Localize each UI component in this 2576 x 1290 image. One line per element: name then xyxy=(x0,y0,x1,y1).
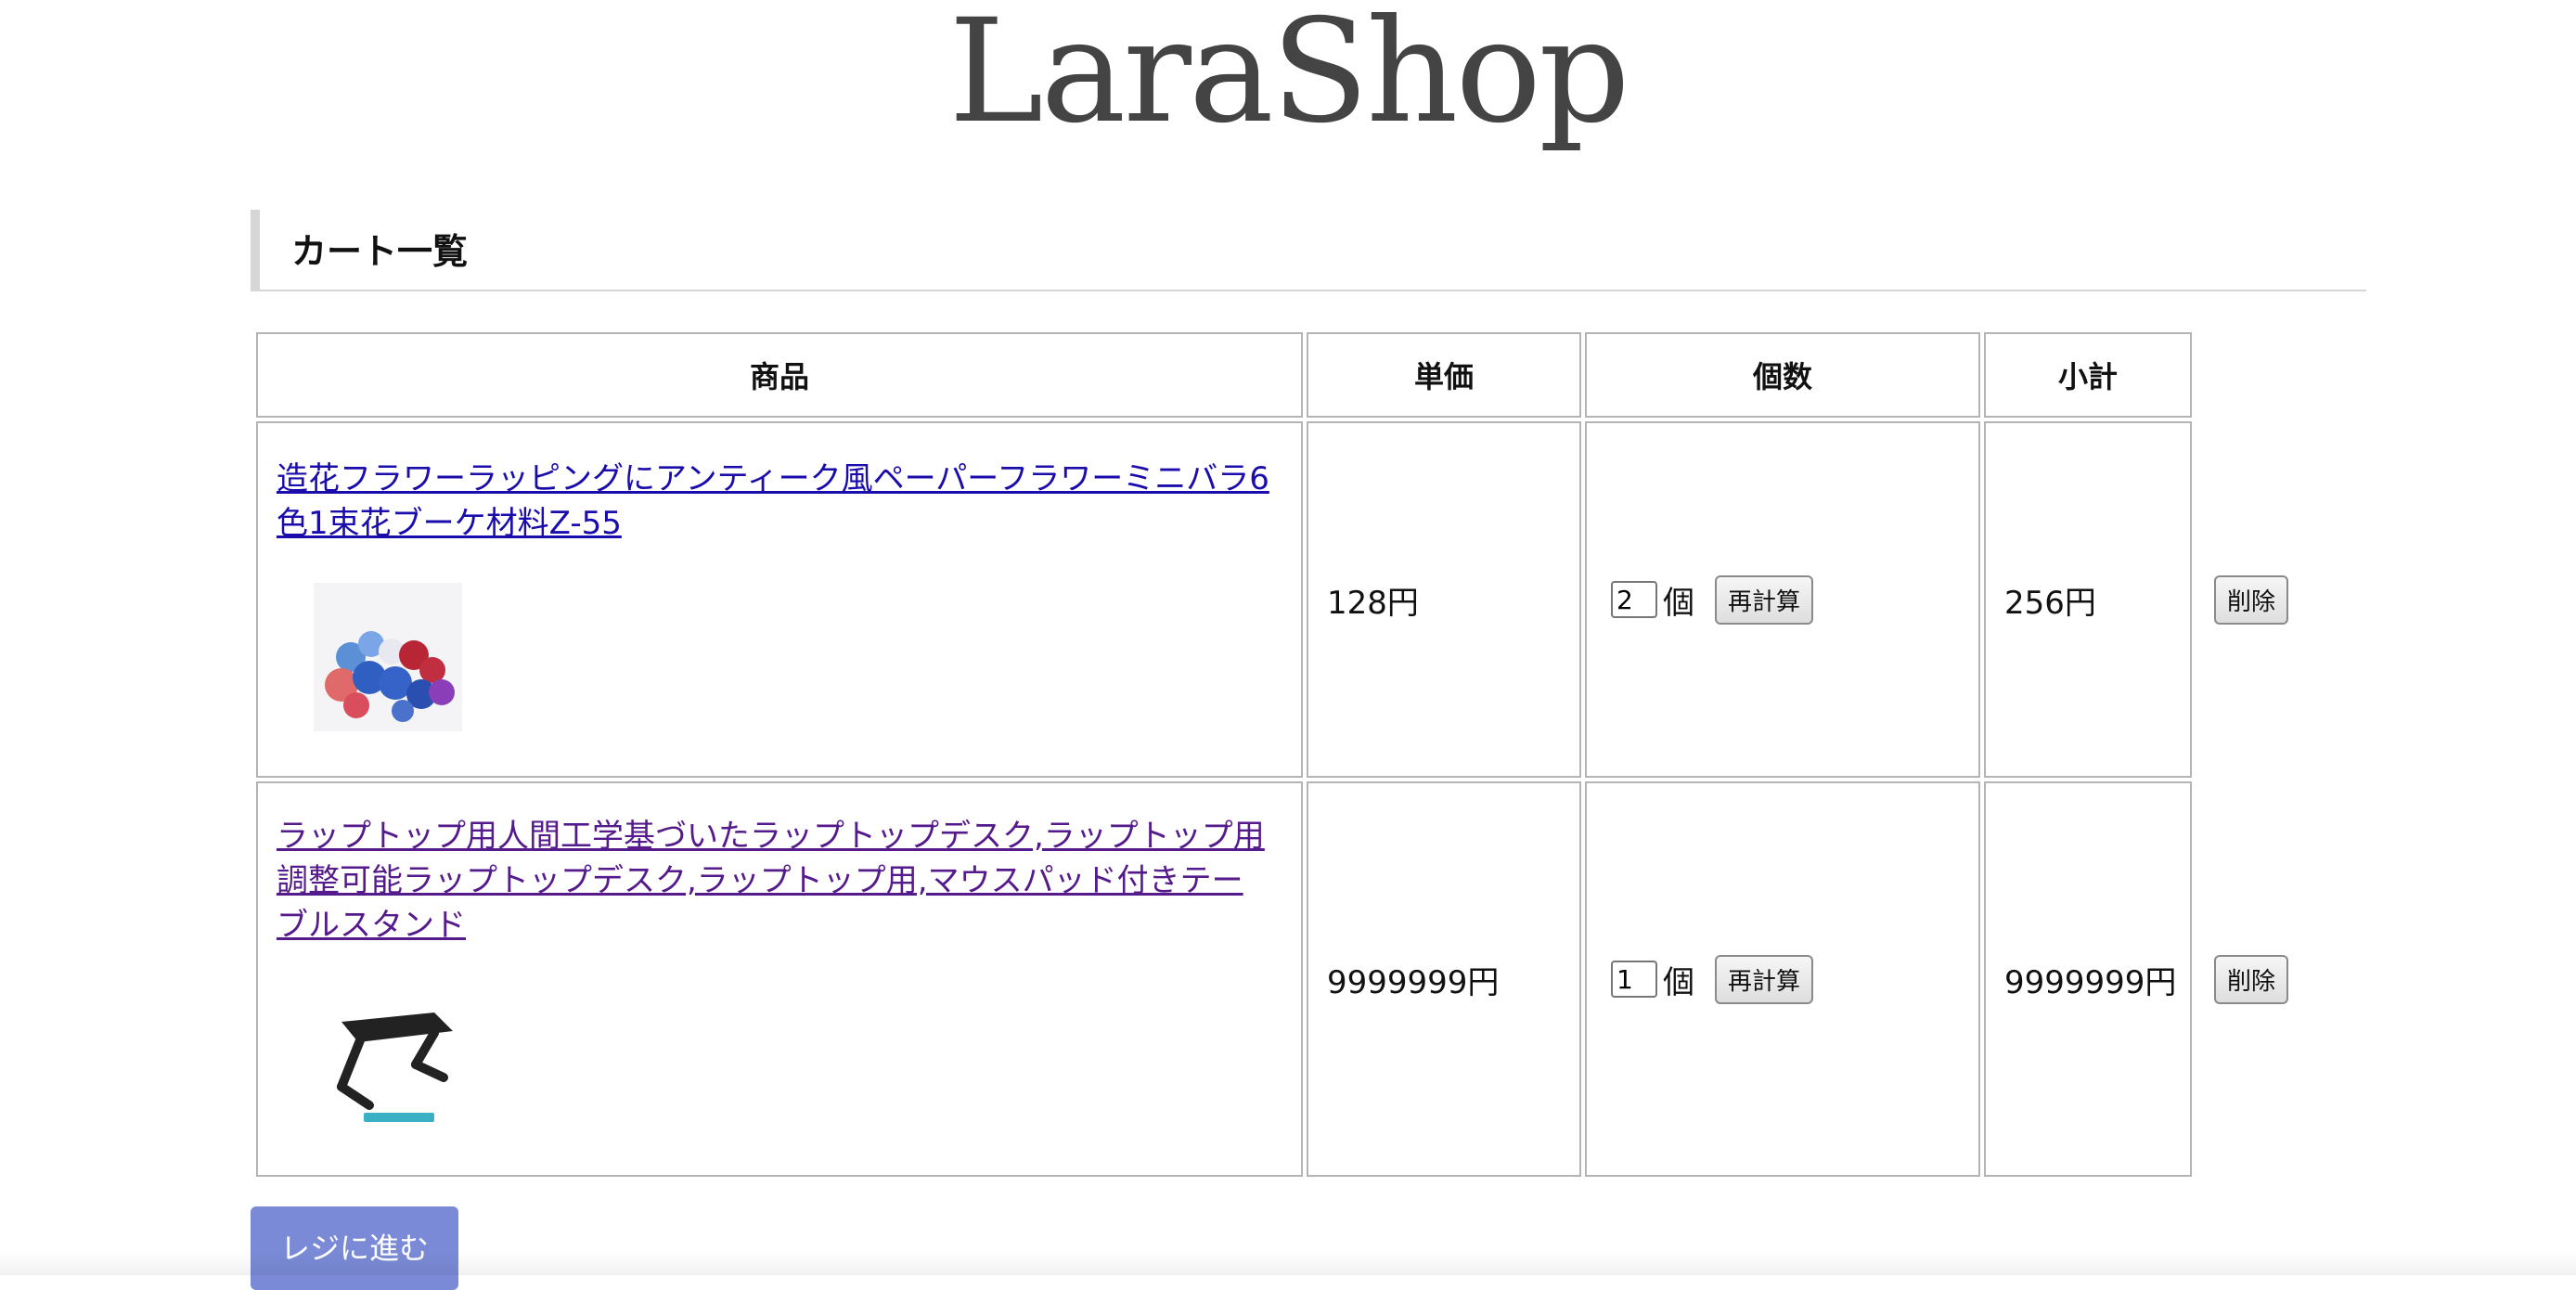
table-row: 造花フラワーラッピングにアンティーク風ペーパーフラワーミニバラ6色1束花ブーケ材… xyxy=(256,421,2289,778)
delete-button[interactable]: 削除 xyxy=(2214,954,2289,1004)
action-cell: 削除 xyxy=(2196,421,2289,778)
page-bottom-shadow xyxy=(0,1251,2576,1275)
page-title: カート一覧 xyxy=(291,231,469,272)
quantity-unit: 個 xyxy=(1663,584,1694,622)
recalculate-button[interactable]: 再計算 xyxy=(1715,574,1814,625)
header-unit-price: 単価 xyxy=(1307,332,1581,418)
unit-price-cell: 128円 xyxy=(1307,421,1581,778)
header-quantity: 個数 xyxy=(1585,332,1980,418)
recalculate-button[interactable]: 再計算 xyxy=(1715,954,1814,1004)
cart-section-header: カート一覧 xyxy=(251,210,2366,291)
product-link[interactable]: ラップトップ用人間工学基づいたラップトップデスク,ラップトップ用調整可能ラップト… xyxy=(277,814,1269,948)
action-cell: 削除 xyxy=(2196,781,2289,1177)
delete-button[interactable]: 削除 xyxy=(2214,574,2289,625)
subtotal-cell: 9999999円 xyxy=(1984,781,2192,1177)
quantity-input[interactable] xyxy=(1611,581,1657,618)
table-header-row: 商品 単価 個数 小計 xyxy=(256,332,2289,418)
laptop-stand-image[interactable] xyxy=(314,984,462,1133)
quantity-input[interactable] xyxy=(1611,961,1657,998)
product-cell: ラップトップ用人間工学基づいたラップトップデスク,ラップトップ用調整可能ラップト… xyxy=(256,781,1303,1177)
product-link[interactable]: 造花フラワーラッピングにアンティーク風ペーパーフラワーミニバラ6色1束花ブーケ材… xyxy=(277,457,1269,546)
cart-table: 商品 単価 個数 小計 造花フラワーラッピングにアンティーク風ペーパーフラワーミ… xyxy=(252,329,2293,1180)
quantity-unit: 個 xyxy=(1663,963,1694,1001)
table-row: ラップトップ用人間工学基づいたラップトップデスク,ラップトップ用調整可能ラップト… xyxy=(256,781,2289,1177)
quantity-cell: 個 再計算 xyxy=(1585,781,1980,1177)
header-subtotal: 小計 xyxy=(1984,332,2192,418)
flower-bouquet-image[interactable] xyxy=(314,582,462,731)
unit-price-cell: 9999999円 xyxy=(1307,781,1581,1177)
site-logo[interactable]: LaraShop xyxy=(0,0,2576,159)
checkout-button[interactable]: レジに進む xyxy=(251,1206,458,1290)
subtotal-cell: 256円 xyxy=(1984,421,2192,778)
quantity-cell: 個 再計算 xyxy=(1585,421,1980,778)
product-cell: 造花フラワーラッピングにアンティーク風ペーパーフラワーミニバラ6色1束花ブーケ材… xyxy=(256,421,1303,778)
header-product: 商品 xyxy=(256,332,1303,418)
